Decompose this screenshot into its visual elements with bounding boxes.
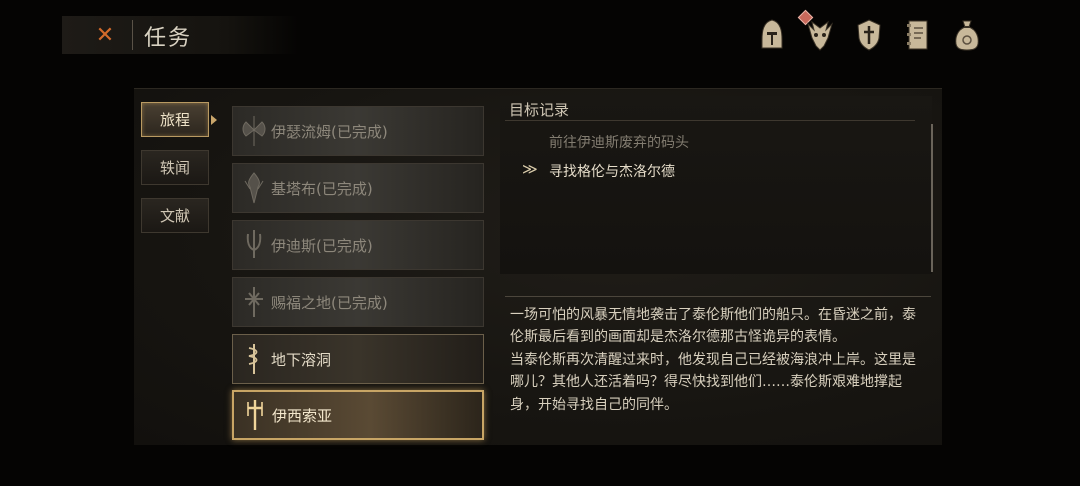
quest-description: 一场可怕的风暴无情地袭击了泰伦斯他们的船只。在昏迷之前，泰伦斯最后看到的画面却是… xyxy=(510,304,928,416)
description-paragraph-1: 一场可怕的风暴无情地袭击了泰伦斯他们的船只。在昏迷之前，泰伦斯最后看到的画面却是… xyxy=(510,307,916,346)
objective-completed: 前往伊迪斯废弃的码头 xyxy=(549,135,689,151)
quest-item-idis[interactable]: 伊迪斯(已完成) xyxy=(232,220,484,270)
quest-item-isisoa[interactable]: 伊西索亚 xyxy=(232,390,484,440)
sword-emblem-icon xyxy=(247,400,263,430)
tab-anecdotes[interactable]: 轶闻 xyxy=(141,150,209,185)
quest-label: 地下溶洞 xyxy=(271,350,332,369)
objectives-divider xyxy=(505,120,915,121)
close-icon: ✕ xyxy=(95,22,115,48)
quest-label: 赐福之地(已完成) xyxy=(271,293,388,312)
journal-icon[interactable] xyxy=(904,18,932,52)
tab-journey[interactable]: 旅程 xyxy=(141,102,209,137)
quest-item-kitab[interactable]: 基塔布(已完成) xyxy=(232,163,484,213)
description-divider xyxy=(505,296,931,297)
axe-emblem-icon xyxy=(242,116,266,146)
beast-skull-icon[interactable] xyxy=(806,18,834,52)
quest-label: 伊瑟流姆(已完成) xyxy=(271,122,388,141)
page-title: 任务 xyxy=(144,26,193,51)
objectives-panel xyxy=(500,96,932,274)
coin-bag-icon[interactable] xyxy=(953,18,981,52)
cross-emblem-icon xyxy=(245,287,263,317)
quest-item-isilum[interactable]: 伊瑟流姆(已完成) xyxy=(232,106,484,156)
tab-documents[interactable]: 文献 xyxy=(141,198,209,233)
active-tab-arrow xyxy=(211,115,217,125)
current-objective-marker-icon: ≫ xyxy=(522,160,538,178)
flame-emblem-icon xyxy=(244,172,264,204)
objectives-title: 目标记录 xyxy=(509,101,570,119)
quest-item-blessed-land[interactable]: 赐福之地(已完成) xyxy=(232,277,484,327)
quest-label: 伊迪斯(已完成) xyxy=(271,236,373,255)
header-divider xyxy=(132,20,133,50)
quest-label: 基塔布(已完成) xyxy=(271,179,373,198)
blade-emblem-icon xyxy=(246,230,262,258)
quest-label: 伊西索亚 xyxy=(272,406,333,425)
close-button[interactable]: ✕ xyxy=(92,22,118,48)
knight-helmet-icon[interactable] xyxy=(758,18,786,52)
shield-icon[interactable] xyxy=(855,18,883,52)
description-paragraph-2: 当泰伦斯再次清醒过来时，他发现自己已经被海浪冲上岸。这里是哪儿？其他人还活着吗？… xyxy=(510,351,916,413)
quest-item-underground-cave[interactable]: 地下溶洞 xyxy=(232,334,484,384)
serpent-staff-icon xyxy=(248,344,258,374)
objective-current: 寻找格伦与杰洛尔德 xyxy=(549,164,675,180)
objectives-scrollbar[interactable] xyxy=(931,124,933,272)
